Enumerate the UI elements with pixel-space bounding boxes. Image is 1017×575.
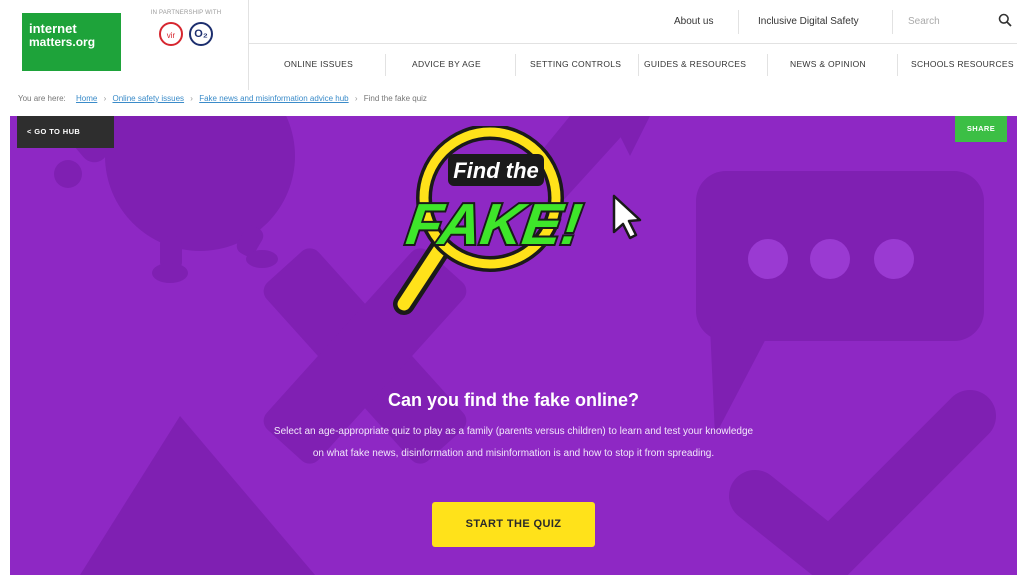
go-to-hub-button[interactable]: < GO TO HUB (17, 116, 114, 148)
nav-schools-resources[interactable]: SCHOOLS RESOURCES (911, 44, 1014, 84)
nav-online-issues[interactable]: ONLINE ISSUES (284, 44, 353, 84)
cursor-icon (612, 194, 642, 240)
util-divider (892, 10, 893, 34)
partner-logos: IN PARTNERSHIP WITH vir O₂ (136, 10, 236, 70)
main-nav: ONLINE ISSUES ADVICE BY AGE SETTING CONT… (270, 44, 1017, 84)
nav-setting-controls[interactable]: SETTING CONTROLS (530, 44, 621, 84)
virgin-media-logo: vir (159, 22, 183, 46)
header-divider (248, 0, 249, 90)
search-input[interactable]: Search (908, 12, 978, 32)
breadcrumb-online-safety-issues[interactable]: Online safety issues (112, 94, 184, 103)
util-divider (738, 10, 739, 34)
nav-news-opinion[interactable]: NEWS & OPINION (790, 44, 866, 84)
site-header: internet matters.org IN PARTNERSHIP WITH… (10, 0, 1017, 90)
hero-description-line: Select an age-appropriate quiz to play a… (273, 426, 754, 437)
nav-divider (897, 54, 898, 76)
nav-divider (638, 54, 639, 76)
breadcrumb-separator: › (103, 94, 107, 103)
hero-description: Select an age-appropriate quiz to play a… (180, 421, 847, 465)
logo-bottom-text: FAKE! (403, 192, 586, 257)
nav-divider (385, 54, 386, 76)
breadcrumb-fake-news-hub[interactable]: Fake news and misinformation advice hub (199, 94, 348, 103)
nav-divider (767, 54, 768, 76)
breadcrumb-separator: › (354, 94, 358, 103)
logo-line1: internet (29, 21, 77, 36)
page: internet matters.org IN PARTNERSHIP WITH… (0, 0, 1017, 575)
nav-guides-resources[interactable]: GUIDES & RESOURCES (644, 44, 746, 84)
breadcrumb-current: Find the fake quiz (363, 94, 427, 103)
share-button[interactable]: SHARE (955, 116, 1007, 142)
start-quiz-button[interactable]: START THE QUIZ (432, 502, 595, 547)
breadcrumb-prefix: You are here: (18, 94, 66, 103)
inclusive-digital-safety-link[interactable]: Inclusive Digital Safety (758, 0, 859, 43)
about-us-link[interactable]: About us (674, 0, 713, 43)
find-the-fake-logo: Find the FAKE! (393, 126, 642, 315)
hero-banner: < GO TO HUB SHARE Find the FAKE! Can you… (10, 116, 1017, 575)
breadcrumb-home[interactable]: Home (76, 94, 97, 103)
internet-matters-logo[interactable]: internet matters.org (22, 13, 121, 71)
nav-divider (515, 54, 516, 76)
nav-advice-by-age[interactable]: ADVICE BY AGE (412, 44, 481, 84)
logo-line2: matters.org (29, 35, 96, 49)
hero-description-line: on what fake news, disinformation and mi… (312, 448, 715, 459)
partner-caption: IN PARTNERSHIP WITH (150, 10, 222, 16)
o2-logo: O₂ (189, 22, 213, 46)
logo-top-text: Find the (453, 158, 539, 183)
hero-title: Can you find the fake online? (387, 390, 639, 410)
search-icon[interactable] (998, 13, 1012, 27)
breadcrumb-separator: › (190, 94, 193, 103)
breadcrumb: You are here: Home › Online safety issue… (18, 94, 427, 108)
